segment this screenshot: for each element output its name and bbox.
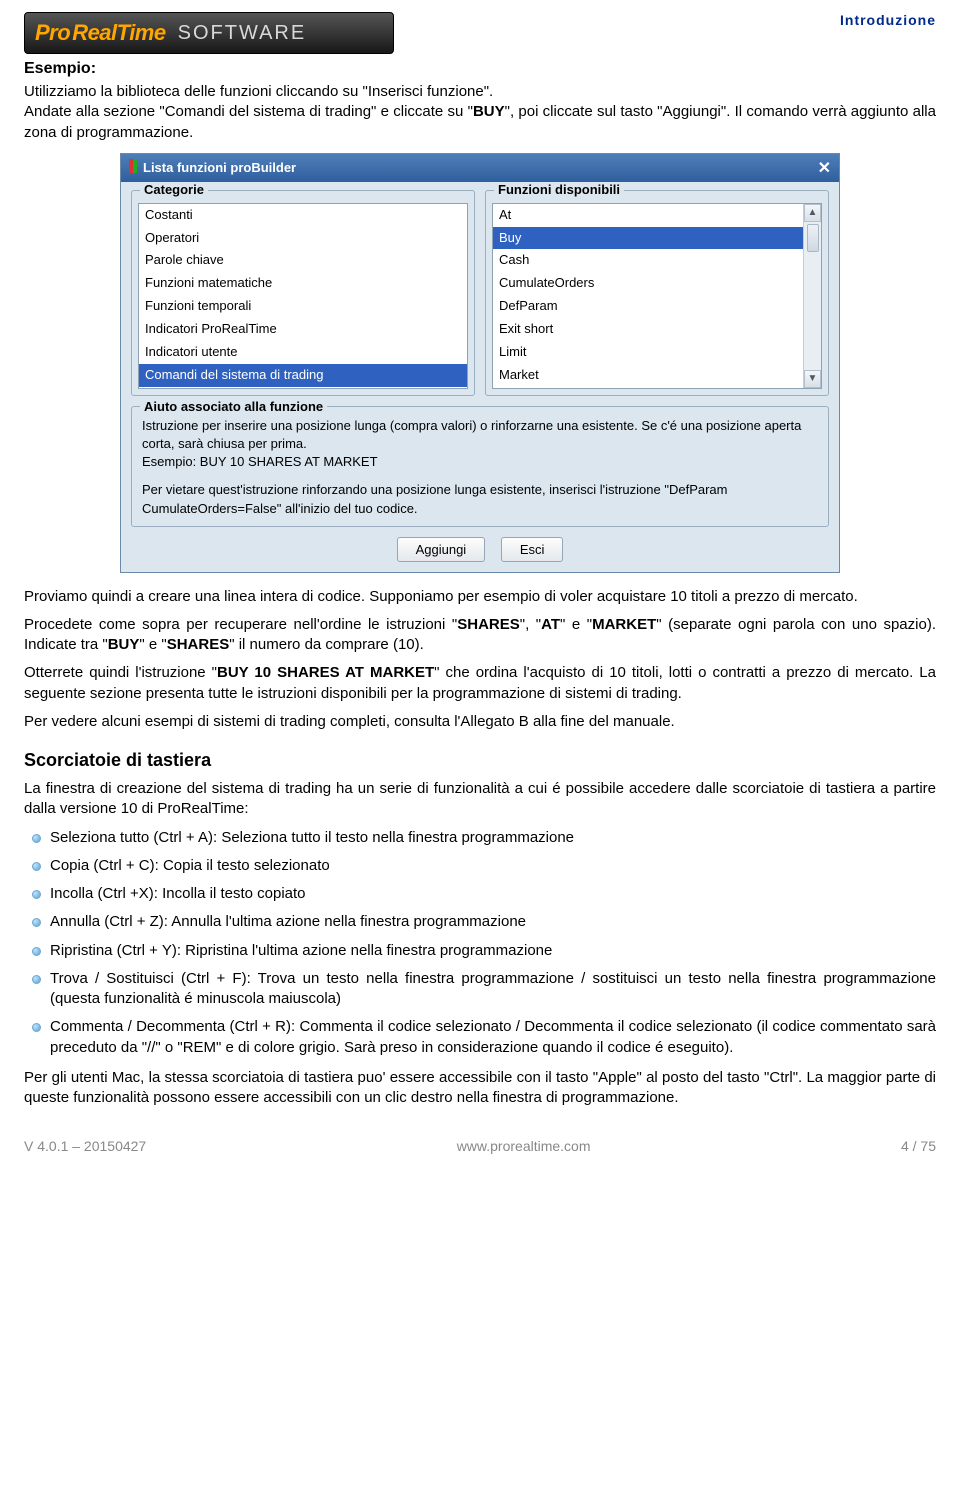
shortcut-item: Annulla (Ctrl + Z): Annulla l'ultima azi… — [24, 912, 936, 932]
functions-fieldset: Funzioni disponibili AtBuyCashCumulateOr… — [485, 190, 829, 396]
category-item[interactable]: Funzioni temporali — [139, 295, 467, 318]
intro-paragraph: Utilizziamo la biblioteca delle funzioni… — [24, 82, 936, 143]
function-item[interactable]: Limit — [493, 341, 803, 364]
help-text-2: Per vietare quest'istruzione rinforzando… — [142, 481, 818, 517]
logo-software-text: SOFTWARE — [178, 22, 307, 45]
paragraph-instructions: Procedete come sopra per recuperare nell… — [24, 615, 936, 656]
scroll-up-icon[interactable]: ▲ — [804, 204, 821, 222]
shortcuts-heading: Scorciatoie di tastiera — [24, 750, 936, 771]
shortcut-item: Ripristina (Ctrl + Y): Ripristina l'ulti… — [24, 941, 936, 961]
category-item[interactable]: Parole chiave — [139, 249, 467, 272]
intro-line2a: Andate alla sezione "Comandi del sistema… — [24, 103, 473, 120]
footer-url: www.prorealtime.com — [457, 1138, 591, 1154]
logo: ProRealTime SOFTWARE — [24, 12, 394, 54]
function-item[interactable]: Next bar open — [493, 387, 803, 389]
page-footer: V 4.0.1 – 20150427 www.prorealtime.com 4… — [24, 1138, 936, 1154]
page-section-label: Introduzione — [840, 12, 936, 28]
shortcuts-intro: La finestra di creazione del sistema di … — [24, 779, 936, 820]
functions-listbox[interactable]: AtBuyCashCumulateOrdersDefParamExit shor… — [492, 203, 822, 389]
close-icon[interactable]: ✕ — [818, 158, 831, 178]
shortcuts-outro: Per gli utenti Mac, la stessa scorciatoi… — [24, 1068, 936, 1109]
function-item[interactable]: CumulateOrders — [493, 272, 803, 295]
help-example: Esempio: BUY 10 SHARES AT MARKET — [142, 453, 818, 471]
scroll-thumb[interactable] — [807, 224, 819, 252]
dialog-title-text: Lista funzioni proBuilder — [143, 160, 296, 175]
help-label: Aiuto associato alla funzione — [140, 398, 327, 416]
category-item[interactable]: Variabili del sistema di trading — [139, 387, 467, 389]
dialog-titlebar: Lista funzioni proBuilder ✕ — [121, 154, 839, 182]
function-item[interactable]: Exit short — [493, 318, 803, 341]
category-item[interactable]: Indicatori ProRealTime — [139, 318, 467, 341]
category-item[interactable]: Operatori — [139, 227, 467, 250]
function-item[interactable]: Buy — [493, 227, 803, 250]
category-item[interactable]: Indicatori utente — [139, 341, 467, 364]
candlestick-icon — [129, 159, 137, 176]
paragraph-create-line: Proviamo quindi a creare una linea inter… — [24, 587, 936, 607]
category-item[interactable]: Comandi del sistema di trading — [139, 364, 467, 387]
function-item[interactable]: DefParam — [493, 295, 803, 318]
exit-button[interactable]: Esci — [501, 537, 564, 562]
footer-page: 4 / 75 — [901, 1138, 936, 1154]
function-item[interactable]: Cash — [493, 249, 803, 272]
shortcut-item: Copia (Ctrl + C): Copia il testo selezio… — [24, 856, 936, 876]
add-button[interactable]: Aggiungi — [397, 537, 486, 562]
shortcuts-list: Seleziona tutto (Ctrl + A): Seleziona tu… — [24, 828, 936, 1058]
shortcut-item: Commenta / Decommenta (Ctrl + R): Commen… — [24, 1017, 936, 1058]
function-list-dialog: Lista funzioni proBuilder ✕ Categorie Co… — [120, 153, 840, 573]
intro-buy-bold: BUY — [473, 103, 505, 120]
scrollbar[interactable]: ▲ ▼ — [803, 204, 821, 388]
categories-label: Categorie — [140, 182, 208, 197]
shortcut-item: Seleziona tutto (Ctrl + A): Seleziona tu… — [24, 828, 936, 848]
scroll-down-icon[interactable]: ▼ — [804, 370, 821, 388]
shortcut-item: Trova / Sostituisci (Ctrl + F): Trova un… — [24, 969, 936, 1010]
intro-line1: Utilizziamo la biblioteca delle funzioni… — [24, 83, 493, 100]
category-item[interactable]: Costanti — [139, 204, 467, 227]
shortcut-item: Incolla (Ctrl +X): Incolla il testo copi… — [24, 884, 936, 904]
function-item[interactable]: Market — [493, 364, 803, 387]
paragraph-result: Otterrete quindi l'istruzione "BUY 10 SH… — [24, 663, 936, 704]
functions-label: Funzioni disponibili — [494, 182, 624, 197]
category-item[interactable]: Funzioni matematiche — [139, 272, 467, 295]
logo-pro-text: Pro — [35, 20, 70, 46]
help-fieldset: Aiuto associato alla funzione Istruzione… — [131, 406, 829, 527]
footer-version: V 4.0.1 – 20150427 — [24, 1138, 146, 1154]
example-heading: Esempio: — [24, 60, 936, 78]
categories-listbox[interactable]: CostantiOperatoriParole chiaveFunzioni m… — [138, 203, 468, 389]
categories-fieldset: Categorie CostantiOperatoriParole chiave… — [131, 190, 475, 396]
paragraph-examples: Per vedere alcuni esempi di sistemi di t… — [24, 712, 936, 732]
logo-realtime-text: RealTime — [72, 20, 165, 46]
function-item[interactable]: At — [493, 204, 803, 227]
help-text-1: Istruzione per inserire una posizione lu… — [142, 417, 818, 453]
